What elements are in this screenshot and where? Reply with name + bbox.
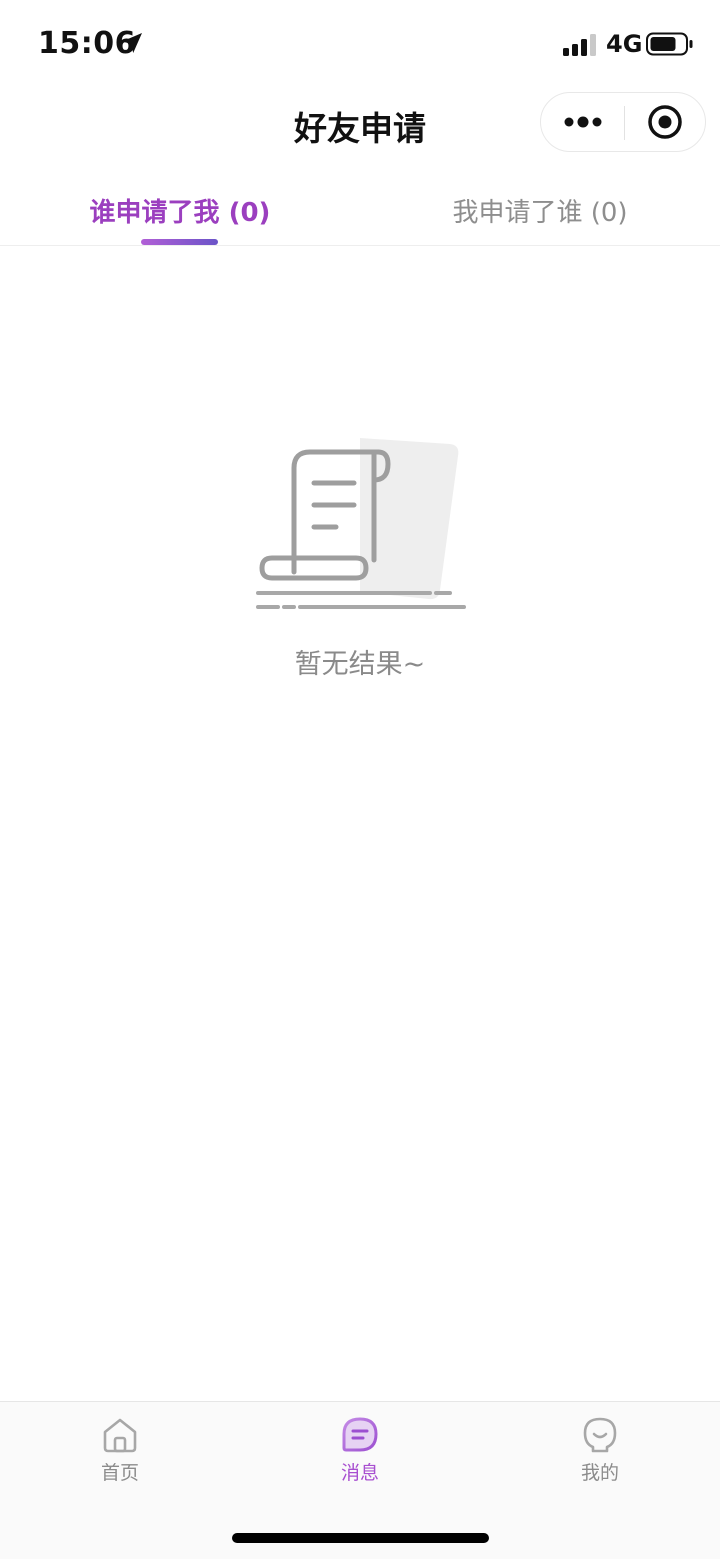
tab-label: 谁申请了我 (0) xyxy=(89,198,271,228)
tab-label: 我申请了谁 (0) xyxy=(452,198,628,228)
mini-program-capsule xyxy=(540,92,706,152)
empty-state: 暂无结果~ xyxy=(0,430,720,690)
tab-who-requested-me[interactable]: 谁申请了我 (0) xyxy=(0,170,360,245)
request-tabs: 谁申请了我 (0) 我申请了谁 (0) xyxy=(0,170,720,246)
bottom-tab-bar: 首页 消息 我的 xyxy=(0,1401,720,1559)
nav-bar: 好友申请 xyxy=(0,88,720,158)
tab-bar-messages[interactable]: 消息 xyxy=(240,1416,480,1496)
network-type: 4G xyxy=(606,30,643,58)
empty-message: 暂无结果~ xyxy=(294,649,426,680)
home-icon xyxy=(103,1418,137,1453)
tab-bar-label: 消息 xyxy=(340,1462,379,1484)
tab-bar-profile[interactable]: 我的 xyxy=(480,1416,720,1496)
more-dots-icon xyxy=(564,116,601,128)
target-circle-icon xyxy=(648,105,682,139)
tab-who-i-requested[interactable]: 我申请了谁 (0) xyxy=(360,170,720,245)
active-tab-indicator xyxy=(141,239,218,245)
location-arrow-icon xyxy=(122,33,142,53)
tab-bar-label: 首页 xyxy=(100,1462,139,1484)
more-button[interactable] xyxy=(541,93,624,151)
battery-icon xyxy=(646,32,693,56)
tab-bar-home[interactable]: 首页 xyxy=(0,1416,240,1496)
status-bar: 15:06 4G xyxy=(0,0,720,88)
home-indicator[interactable] xyxy=(232,1533,489,1543)
empty-scroll-icon xyxy=(256,438,466,609)
message-icon xyxy=(342,1417,378,1452)
cellular-signal-icon xyxy=(563,34,596,56)
close-mini-program-button[interactable] xyxy=(625,93,705,151)
profile-icon xyxy=(583,1417,617,1453)
tab-bar-label: 我的 xyxy=(580,1462,619,1484)
